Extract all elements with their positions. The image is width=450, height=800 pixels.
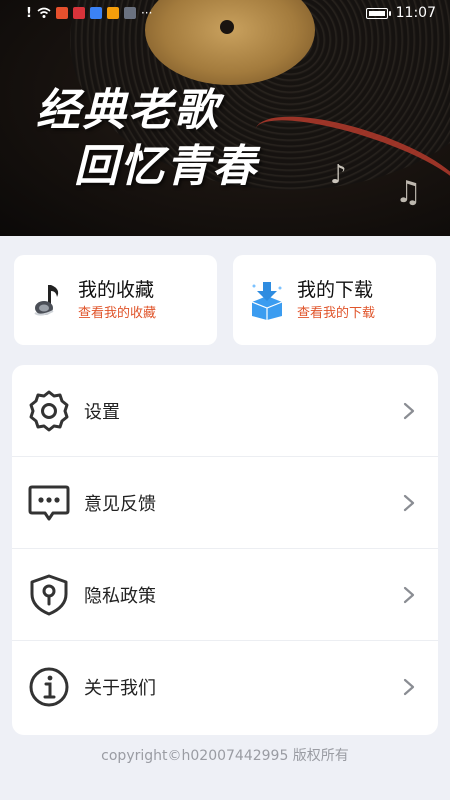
- menu-item-privacy[interactable]: 隐私政策: [12, 549, 438, 641]
- chevron-right-icon: [400, 586, 418, 604]
- favorites-subtitle: 查看我的收藏: [78, 306, 157, 321]
- music-note-decoration: ♪: [330, 160, 347, 190]
- menu-label-feedback: 意见反馈: [84, 493, 156, 515]
- alert-icon: !: [26, 5, 32, 21]
- shield-icon: [26, 572, 72, 618]
- image-app-icon: [123, 7, 136, 19]
- app-notification-icon: [72, 7, 85, 19]
- copyright-text: copyright©h02007442995 版权所有: [101, 748, 349, 764]
- menu-label-privacy: 隐私政策: [84, 585, 156, 607]
- menu-label-settings: 设置: [84, 401, 120, 423]
- home-app-icon: [106, 7, 119, 19]
- music-app-icon: [89, 7, 102, 19]
- favorites-card[interactable]: 我的收藏 查看我的收藏: [14, 255, 217, 345]
- status-icons-right: 11:07: [365, 5, 436, 21]
- downloads-card[interactable]: 我的下载 查看我的下载: [233, 255, 436, 345]
- quick-actions: 我的收藏 查看我的收藏 我的下载 查看我的下载: [14, 255, 436, 345]
- status-icons-left: ! ···: [26, 6, 152, 21]
- status-bar: ! ··· 11:07: [0, 0, 450, 26]
- menu-item-feedback[interactable]: 意见反馈: [12, 457, 438, 549]
- chevron-right-icon: [400, 402, 418, 420]
- chevron-right-icon: [400, 494, 418, 512]
- more-notifications-icon: ···: [140, 6, 153, 20]
- status-time: 11:07: [395, 5, 436, 21]
- favorites-title: 我的收藏: [78, 279, 155, 301]
- menu-item-about[interactable]: 关于我们: [12, 641, 438, 733]
- info-icon: [26, 664, 72, 710]
- chevron-right-icon: [400, 678, 418, 696]
- wifi-icon: [37, 7, 51, 18]
- chat-bubble-icon: [26, 480, 72, 526]
- weibo-app-icon: [55, 7, 68, 19]
- downloads-subtitle: 查看我的下载: [297, 306, 376, 321]
- banner: ♪ ♫ 经典老歌 回忆青春: [0, 0, 450, 236]
- menu-item-settings[interactable]: 设置: [12, 365, 438, 457]
- gear-icon: [26, 388, 72, 434]
- banner-title-line1: 经典老歌: [36, 85, 220, 136]
- download-box-icon: [247, 280, 287, 320]
- settings-menu: 设置 意见反馈 隐私政策 关于我们: [12, 365, 438, 735]
- downloads-title: 我的下载: [297, 279, 374, 301]
- menu-label-about: 关于我们: [84, 678, 156, 699]
- music-note-decoration: ♫: [395, 175, 422, 210]
- banner-title-line2: 回忆青春: [74, 141, 258, 192]
- battery-icon: [365, 7, 391, 19]
- music-note-icon: [28, 280, 68, 320]
